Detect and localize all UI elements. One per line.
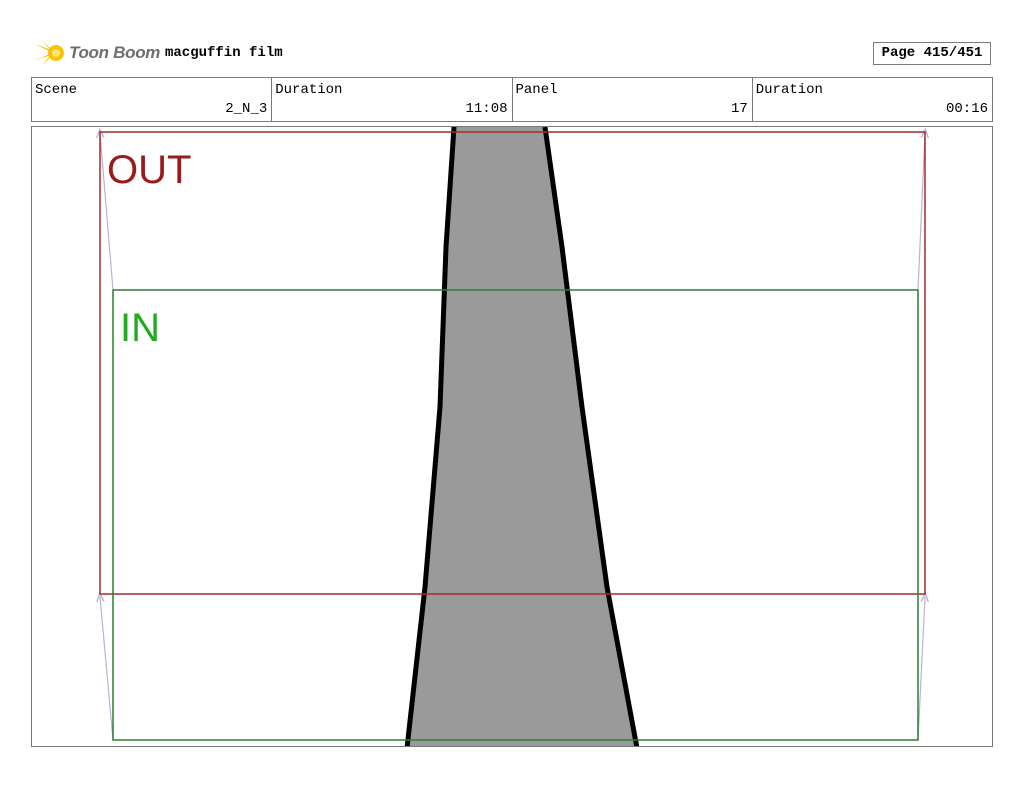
move-arrow-bottom-right — [917, 597, 925, 741]
scene-duration-label: Duration — [275, 82, 343, 98]
brand-name: Toon Boom — [69, 43, 161, 62]
scene-duration-value: 11:08 — [465, 101, 508, 117]
scene-info-table: Scene 2_N_3 Duration 11:08 Panel 17 Dura… — [31, 77, 993, 122]
starburst-icon — [33, 40, 64, 66]
move-arrow-top-right — [917, 133, 925, 291]
panel-duration-cell: Duration 00:16 — [753, 78, 992, 121]
panel-label: Panel — [515, 82, 558, 98]
panel-value: 17 — [730, 101, 748, 117]
scene-label: Scene — [35, 82, 78, 98]
toon-boom-logo: Toon Boom — [33, 38, 160, 68]
panel-cell: Panel 17 — [513, 78, 753, 121]
storyboard-panel: OUT IN — [31, 126, 993, 747]
panel-duration-value: 00:16 — [945, 101, 988, 117]
in-frame-label: IN — [120, 306, 160, 350]
scene-cell: Scene 2_N_3 — [32, 78, 273, 121]
panel-duration-label: Duration — [755, 82, 823, 98]
scene-value: 2_N_3 — [225, 101, 268, 117]
page-counter: Page 415/451 — [873, 42, 991, 65]
out-frame-label: OUT — [107, 148, 191, 192]
project-title: macguffin film — [165, 45, 283, 61]
panel-drawing: OUT IN — [32, 127, 993, 746]
scene-duration-cell: Duration 11:08 — [272, 78, 513, 121]
gray-shape — [407, 127, 637, 746]
move-arrow-bottom-left — [100, 597, 114, 741]
